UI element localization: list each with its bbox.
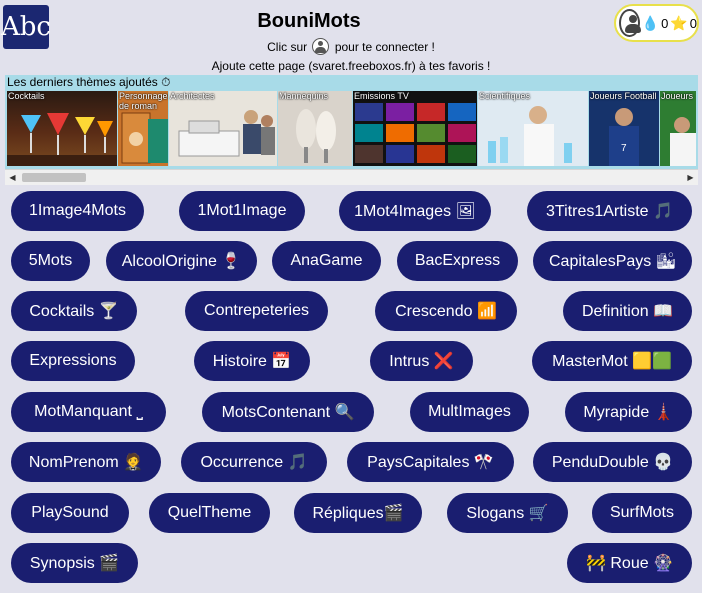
architects-image	[178, 110, 275, 157]
game-button-crescendo[interactable]: Crescendo 📶	[375, 291, 517, 331]
game-button-myrapide[interactable]: Myrapide 🗼	[565, 392, 692, 432]
theme-thumb-cocktails[interactable]: Cocktails	[7, 91, 117, 166]
theme-thumb-scientifiques[interactable]: Scientifiques	[478, 91, 588, 166]
theme-label: Emissions TV	[354, 91, 409, 101]
drop-count: 0	[661, 15, 669, 31]
game-button-occurrence[interactable]: Occurrence 🎵	[181, 442, 327, 482]
football-player-image: 7	[609, 108, 639, 166]
latest-themes-heading: Les derniers thèmes ajoutés ⏱	[7, 75, 171, 89]
game-button-bacexpress[interactable]: BacExpress	[397, 241, 518, 281]
game-button-motmanquant[interactable]: MotManquant ⎵	[11, 392, 166, 432]
mannequins-image	[296, 109, 336, 163]
login-line: Clic sur pour te connecter !	[0, 38, 702, 55]
game-button-anagame[interactable]: AnaGame	[272, 241, 381, 281]
game-button-5mots[interactable]: 5Mots	[11, 241, 90, 281]
theme-thumb-joueurs[interactable]: Joueurs	[660, 91, 696, 166]
theme-label: Personnages de roman	[119, 91, 168, 111]
game-button-motscontenant[interactable]: MotsContenant 🔍	[202, 392, 374, 432]
game-button-synopsis[interactable]: Synopsis 🎬	[11, 543, 138, 583]
themes-strip: Cocktails Personnages de roman Architect…	[7, 91, 696, 166]
tv-shows-grid-image	[355, 103, 476, 163]
game-button-cocktails[interactable]: Cocktails 🍸	[11, 291, 137, 331]
game-button-nomprenom[interactable]: NomPrenom 🤵	[11, 442, 161, 482]
user-login-icon[interactable]	[312, 38, 330, 55]
game-button-playsound[interactable]: PlaySound	[11, 493, 129, 533]
game-button-repliques[interactable]: Répliques🎬	[294, 493, 422, 533]
favorites-hint: Ajoute cette page (svaret.freeboxos.fr) …	[211, 59, 491, 73]
theme-thumb-architectes[interactable]: Architectes	[169, 91, 277, 166]
game-button-1mot1image[interactable]: 1Mot1Image	[179, 191, 305, 231]
theme-thumb-emissions-tv[interactable]: Emissions TV	[353, 91, 477, 166]
game-button-1mot4images[interactable]: 1Mot4Images 🖼	[339, 191, 491, 231]
scrollbar-thumb[interactable]	[22, 173, 86, 182]
login-prefix: Clic sur	[267, 40, 308, 54]
page-title: BouniMots	[257, 10, 361, 32]
game-button-queltheme[interactable]: QuelTheme	[149, 493, 270, 533]
theme-thumb-mannequins[interactable]: Mannequins	[278, 91, 352, 166]
theme-label: Joueurs	[661, 91, 694, 101]
game-button-surfmots[interactable]: SurfMots	[592, 493, 692, 533]
game-button-alcoolorigine[interactable]: AlcoolOrigine 🍷	[106, 241, 257, 281]
game-button-3titres1artiste[interactable]: 3Titres1Artiste 🎵	[527, 191, 692, 231]
game-button-pendudouble[interactable]: PenduDouble 💀	[533, 442, 692, 482]
theme-thumb-personnages-de-roman[interactable]: Personnages de roman	[118, 91, 168, 166]
game-button-contrepeteries[interactable]: Contrepeteries	[185, 291, 328, 331]
avatar-icon	[619, 9, 641, 37]
star-count: 0	[689, 15, 697, 31]
game-button-roue[interactable]: 🚧 Roue 🎡	[567, 543, 692, 583]
cocktail-glasses-image	[7, 113, 117, 166]
theme-thumb-joueurs-football[interactable]: Joueurs Football 7	[589, 91, 659, 166]
theme-label: Scientifiques	[479, 91, 531, 101]
game-button-slogans[interactable]: Slogans 🛒	[447, 493, 568, 533]
theme-label: Cocktails	[8, 91, 45, 101]
game-button-mastermot[interactable]: MasterMot 🟨🟩	[532, 341, 692, 381]
scientist-image	[488, 106, 572, 166]
login-suffix: pour te connecter !	[334, 40, 435, 54]
star-icon: ⭐	[670, 14, 688, 31]
game-button-multimages[interactable]: MultImages	[410, 392, 529, 432]
game-button-capitalespays[interactable]: CapitalesPays 🏙	[533, 241, 692, 281]
scroll-left-arrow-icon[interactable]: ◀	[5, 170, 20, 185]
game-button-histoire[interactable]: Histoire 📅	[194, 341, 310, 381]
score-panel[interactable]: 💧 0 ⭐ 0	[614, 4, 699, 42]
scroll-right-arrow-icon[interactable]: ▶	[683, 170, 698, 185]
drop-icon: 💧	[641, 14, 660, 31]
game-button-payscapitales[interactable]: PaysCapitales 🎌	[347, 442, 514, 482]
game-button-expressions[interactable]: Expressions	[11, 341, 135, 381]
themes-scrollbar[interactable]: ◀ ▶	[5, 169, 698, 185]
svg-text:7: 7	[621, 143, 627, 154]
game-button-intrus[interactable]: Intrus ❌	[370, 341, 473, 381]
game-button-definition[interactable]: Definition 📖	[563, 291, 692, 331]
latest-themes-panel: Les derniers thèmes ajoutés ⏱ Cocktails …	[5, 75, 698, 185]
theme-label: Mannequins	[279, 91, 329, 101]
theme-label: Joueurs Football	[590, 91, 657, 101]
player-image	[670, 117, 696, 166]
game-button-1image4mots[interactable]: 1Image4Mots	[11, 191, 144, 231]
theme-label: Architectes	[170, 91, 215, 101]
